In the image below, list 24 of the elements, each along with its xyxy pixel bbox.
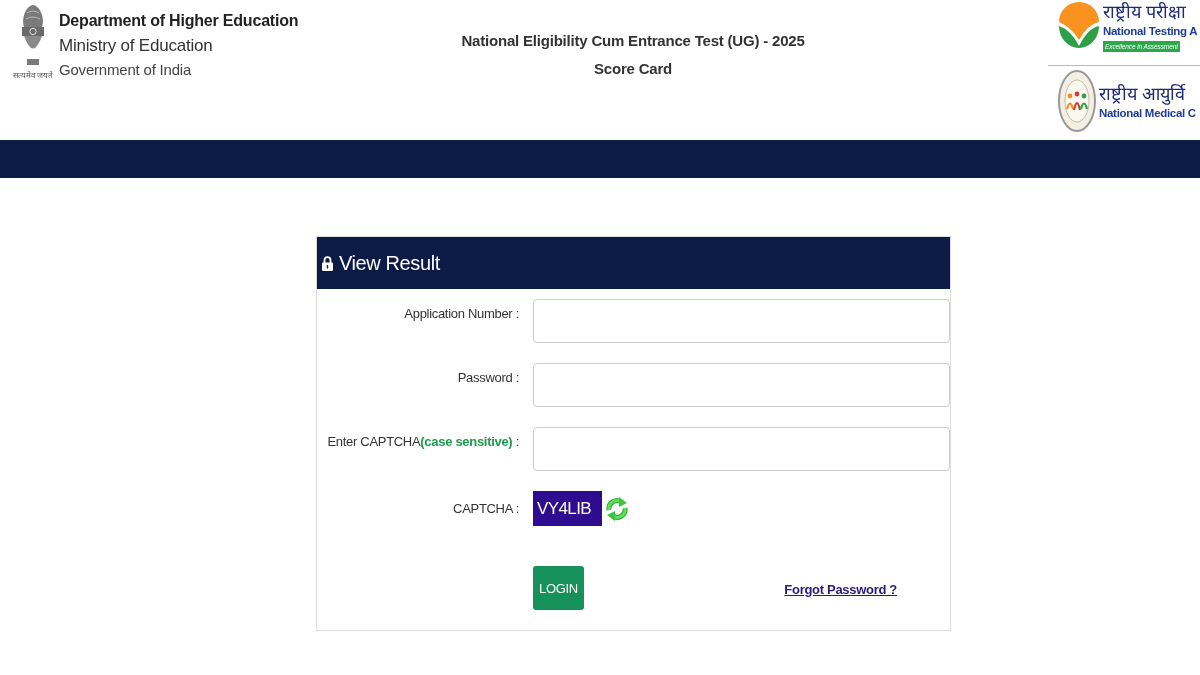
card-title: View Result — [339, 251, 440, 275]
field-label: CAPTCHA : — [453, 500, 519, 517]
department-name: Department of Higher Education — [59, 11, 299, 31]
forgot-password-link[interactable]: Forgot Password ? — [784, 581, 897, 597]
logo-hindi-text: राष्ट्रीय आयुर्वि — [1099, 82, 1185, 106]
field-label: Application Number : — [404, 305, 519, 322]
logo-hindi-text: राष्ट्रीय परीक्षा — [1103, 1, 1186, 24]
exam-title: National Eligibility Cum Entrance Test (UG) - 2025 — [461, 31, 805, 51]
page-subtitle: Score Card — [593, 59, 672, 79]
field-label: Enter CAPTCHA(case sensitive) : — [327, 433, 519, 450]
input-field[interactable] — [533, 299, 950, 343]
motto-text: सत्यमेव जयते — [12, 71, 54, 81]
refresh-icon[interactable] — [605, 494, 629, 523]
logo-english-text: National Medical C — [1099, 105, 1196, 121]
input-field[interactable] — [533, 427, 950, 471]
government-name: Government of India — [59, 60, 192, 80]
ministry-name: Ministry of Education — [59, 35, 213, 57]
seal-logo-icon — [1058, 69, 1096, 133]
captcha-image: VY4LIB — [533, 491, 602, 526]
field-label: Password : — [457, 369, 519, 386]
lock-icon — [322, 255, 333, 271]
input-field[interactable] — [533, 363, 950, 407]
login-button[interactable]: LOGIN — [533, 566, 584, 610]
logo-english-text: National Testing A — [1103, 24, 1198, 39]
